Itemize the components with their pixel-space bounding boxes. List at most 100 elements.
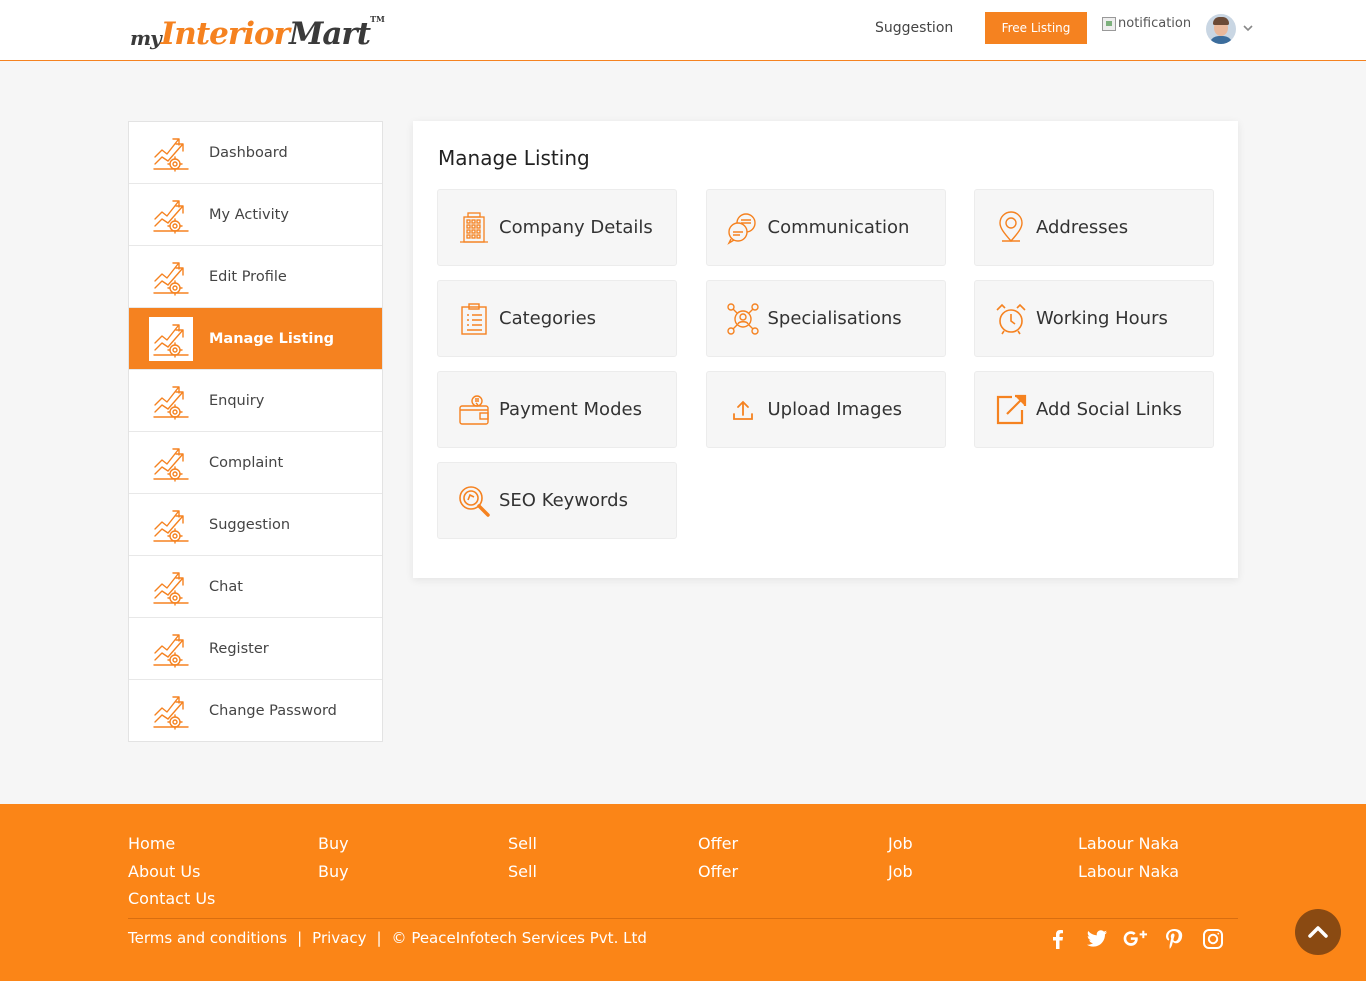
growth-chart-icon — [149, 379, 193, 423]
pinterest-icon[interactable] — [1161, 926, 1187, 952]
tile-label: Working Hours — [1036, 308, 1168, 329]
growth-chart-icon — [149, 627, 193, 671]
tile-label: Payment Modes — [499, 399, 642, 420]
tile-label: Categories — [499, 308, 597, 329]
tile-categories[interactable]: Categories — [437, 280, 677, 357]
copyright-text: © PeaceInfotech Services Pvt. Ltd — [391, 929, 647, 947]
sidebar-item-label: Register — [209, 640, 269, 657]
sidebar-item-label: Edit Profile — [209, 268, 287, 285]
footer-column: Home About Us Contact Us — [128, 830, 215, 913]
growth-chart-icon — [149, 193, 193, 237]
sidebar-item-label: Chat — [209, 578, 243, 595]
footer-link-labour-naka[interactable]: Labour Naka — [1078, 830, 1179, 858]
sidebar-item-my-activity[interactable]: My Activity — [129, 184, 382, 246]
free-listing-button[interactable]: Free Listing — [985, 12, 1087, 44]
user-avatar[interactable] — [1206, 14, 1236, 44]
tile-payment-modes[interactable]: Payment Modes — [437, 371, 677, 448]
sidebar-item-complaint[interactable]: Complaint — [129, 432, 382, 494]
logo-trademark: TM — [370, 14, 385, 24]
top-header: my Interior Mart TM Suggestion Free List… — [0, 0, 1366, 61]
sidebar-item-label: Change Password — [209, 702, 337, 719]
footer-column: Buy Buy — [318, 830, 349, 885]
sidebar-item-manage-listing[interactable]: Manage Listing — [129, 308, 382, 370]
growth-chart-icon — [149, 503, 193, 547]
logo-mart: Mart — [289, 16, 371, 52]
tile-upload-images[interactable]: Upload Images — [705, 371, 946, 448]
page-title: Manage Listing — [438, 146, 590, 170]
map-pin-icon — [993, 210, 1029, 246]
footer-link-contact-us[interactable]: Contact Us — [128, 885, 215, 913]
building-icon — [456, 210, 492, 246]
sidebar-item-chat[interactable]: Chat — [129, 556, 382, 618]
chat-bubbles-icon — [725, 210, 761, 246]
google-plus-icon[interactable] — [1122, 926, 1148, 952]
footer-link-home[interactable]: Home — [128, 830, 215, 858]
footer-link-sell[interactable]: Sell — [508, 858, 537, 886]
growth-chart-icon — [149, 441, 193, 485]
site-logo[interactable]: my Interior Mart TM — [130, 10, 385, 50]
instagram-icon[interactable] — [1200, 926, 1226, 952]
footer-separator: | — [297, 929, 303, 947]
footer-link-job[interactable]: Job — [888, 858, 913, 886]
sidebar-item-suggestion[interactable]: Suggestion — [129, 494, 382, 556]
sidebar-item-register[interactable]: Register — [129, 618, 382, 680]
footer-divider — [128, 918, 1238, 919]
facebook-icon[interactable] — [1045, 926, 1071, 952]
sidebar-item-change-password[interactable]: Change Password — [129, 680, 382, 741]
footer-link-offer[interactable]: Offer — [698, 858, 738, 886]
sidebar-item-label: Enquiry — [209, 392, 265, 409]
privacy-link[interactable]: Privacy — [312, 929, 366, 947]
chevron-up-icon — [1308, 926, 1328, 938]
sidebar-item-label: My Activity — [209, 206, 289, 223]
sidebar-item-enquiry[interactable]: Enquiry — [129, 370, 382, 432]
tile-seo-keywords[interactable]: SEO Keywords — [437, 462, 677, 539]
terms-link[interactable]: Terms and conditions — [128, 929, 287, 947]
twitter-icon[interactable] — [1084, 926, 1110, 952]
scroll-to-top-button[interactable] — [1295, 909, 1341, 955]
logo-my: my — [130, 26, 162, 50]
footer-link-job[interactable]: Job — [888, 830, 913, 858]
sidebar-item-label: Complaint — [209, 454, 284, 471]
clipboard-icon — [456, 301, 492, 337]
footer-link-offer[interactable]: Offer — [698, 830, 738, 858]
footer-column: Job Job — [888, 830, 913, 885]
growth-chart-icon — [149, 255, 193, 299]
sidebar-item-edit-profile[interactable]: Edit Profile — [129, 246, 382, 308]
external-link-icon — [993, 392, 1029, 428]
footer-link-sell[interactable]: Sell — [508, 830, 537, 858]
footer-column: Labour Naka Labour Naka — [1078, 830, 1179, 885]
footer-separator: | — [376, 929, 382, 947]
notification-alt-text: notification — [1118, 16, 1192, 31]
manage-listing-card: Manage Listing Company Details Communicat… — [413, 121, 1238, 578]
tile-label: Company Details — [499, 217, 653, 238]
growth-chart-icon — [149, 565, 193, 609]
tile-company-details[interactable]: Company Details — [437, 189, 677, 266]
logo-interior: Interior — [160, 16, 290, 52]
tile-add-social-links[interactable]: Add Social Links — [974, 371, 1214, 448]
footer-link-about-us[interactable]: About Us — [128, 858, 215, 886]
tile-label: Communication — [767, 217, 910, 238]
tile-communication[interactable]: Communication — [705, 189, 946, 266]
sidebar-item-label: Dashboard — [209, 144, 288, 161]
footer-link-labour-naka[interactable]: Labour Naka — [1078, 858, 1179, 886]
sidebar-item-dashboard[interactable]: Dashboard — [129, 122, 382, 184]
tile-addresses[interactable]: Addresses — [974, 189, 1214, 266]
growth-chart-icon — [149, 131, 193, 175]
notification-button[interactable]: notification — [1102, 16, 1191, 31]
tile-label: SEO Keywords — [499, 490, 628, 511]
broken-image-icon — [1102, 16, 1116, 31]
footer-link-buy[interactable]: Buy — [318, 830, 349, 858]
growth-chart-icon — [149, 689, 193, 733]
tile-label: Add Social Links — [1036, 399, 1182, 420]
chevron-down-icon[interactable] — [1242, 22, 1254, 34]
site-footer: Terms and conditions | Privacy | © Peace… — [0, 804, 1366, 981]
alarm-clock-icon — [993, 301, 1029, 337]
network-person-icon — [725, 301, 761, 337]
tile-specialisations[interactable]: Specialisations — [705, 280, 946, 357]
header-suggestion-link[interactable]: Suggestion — [875, 20, 953, 36]
footer-bottom-links: Terms and conditions | Privacy | © Peace… — [128, 929, 647, 947]
wallet-icon — [456, 392, 492, 428]
footer-link-buy[interactable]: Buy — [318, 858, 349, 886]
tile-working-hours[interactable]: Working Hours — [974, 280, 1214, 357]
upload-icon — [725, 392, 761, 428]
